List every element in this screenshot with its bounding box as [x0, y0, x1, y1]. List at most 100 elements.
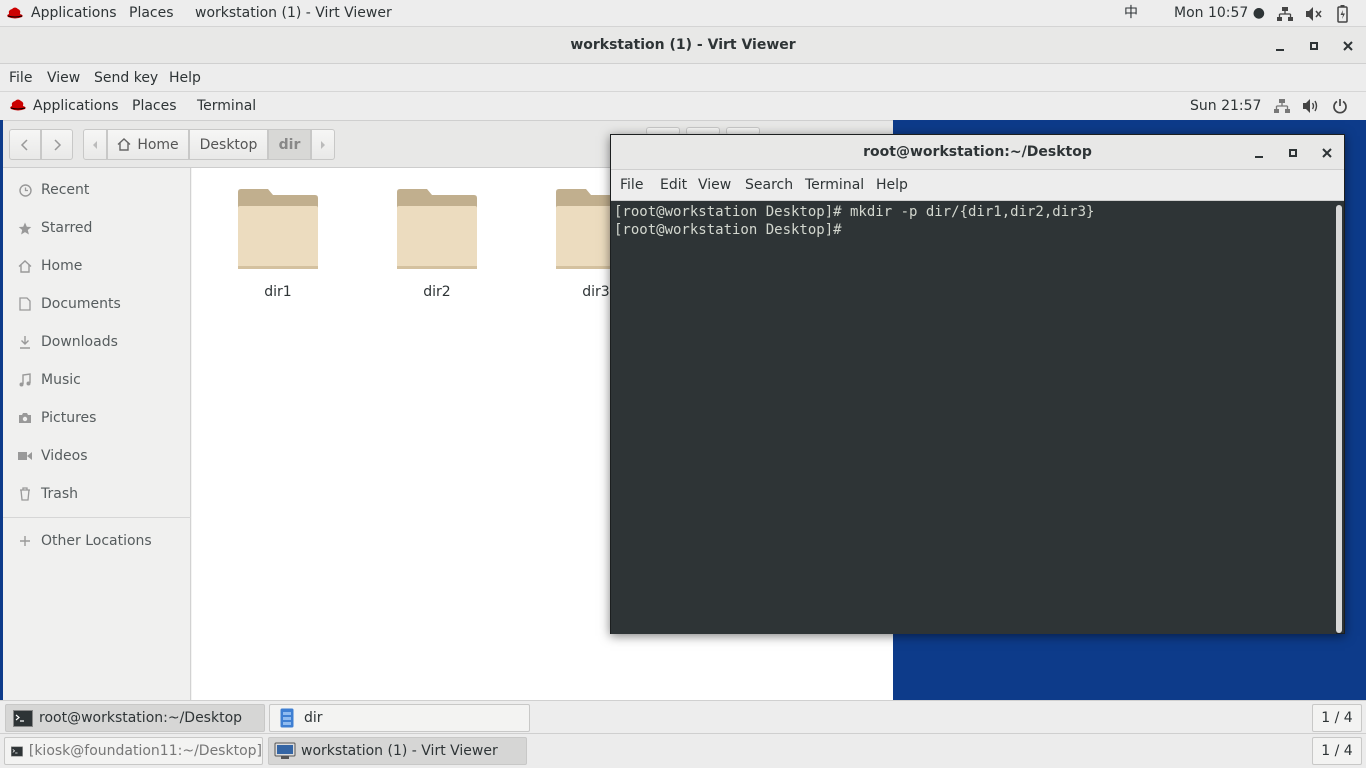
- task-terminal[interactable]: root@workstation:~/Desktop: [5, 704, 265, 732]
- guest-top-panel: Applications Places Terminal Sun 21:57: [0, 92, 1366, 120]
- star-icon: [18, 222, 32, 235]
- sidebar-item-recent[interactable]: Recent: [3, 171, 191, 209]
- sidebar-label-recent: Recent: [41, 182, 90, 198]
- viewer-menu-help[interactable]: Help: [169, 64, 201, 92]
- network-icon[interactable]: [1276, 6, 1294, 22]
- terminal-maximize-icon[interactable]: [1276, 135, 1310, 170]
- folder-dir2[interactable]: dir2: [382, 188, 492, 300]
- maximize-icon[interactable]: [1297, 27, 1331, 64]
- guest-applications-menu[interactable]: Applications: [33, 92, 119, 120]
- minimize-icon[interactable]: [1263, 27, 1297, 64]
- sidebar-label-documents: Documents: [41, 296, 121, 312]
- guest-workspace-switcher[interactable]: 1 / 4: [1312, 704, 1362, 732]
- sidebar-item-home[interactable]: Home: [3, 247, 191, 285]
- terminal-scrollbar[interactable]: [1336, 205, 1342, 633]
- host-workspace-switcher[interactable]: 1 / 4: [1312, 737, 1362, 765]
- workspace-label: 1 / 4: [1321, 743, 1353, 759]
- sidebar-item-downloads[interactable]: Downloads: [3, 323, 191, 361]
- folder-dir1[interactable]: dir1: [223, 188, 333, 300]
- files-app-icon: [280, 708, 294, 728]
- terminal-close-icon[interactable]: [1310, 135, 1344, 170]
- sidebar-label-home: Home: [41, 258, 83, 274]
- guest-network-icon[interactable]: [1273, 98, 1291, 114]
- viewer-menubar: File View Send key Help: [0, 64, 1366, 92]
- terminal-minimize-icon[interactable]: [1242, 135, 1276, 170]
- path-dir-label: dir: [278, 136, 301, 153]
- trash-icon: [18, 487, 32, 501]
- power-icon[interactable]: [1332, 98, 1348, 114]
- clock-icon: [18, 183, 32, 197]
- terminal-line: [root@workstation Desktop]# mkdir -p dir…: [614, 204, 1095, 220]
- path-left-arrow-icon[interactable]: [83, 129, 107, 160]
- folder-icon: [397, 189, 477, 269]
- sidebar-item-starred[interactable]: Starred: [3, 209, 191, 247]
- sidebar-divider: [3, 517, 191, 518]
- video-icon: [18, 451, 32, 461]
- sidebar-item-music[interactable]: Music: [3, 361, 191, 399]
- guest-clock[interactable]: Sun 21:57: [1190, 92, 1261, 120]
- sidebar-item-pictures[interactable]: Pictures: [3, 399, 191, 437]
- plus-icon: [18, 535, 32, 547]
- terminal-menu-search[interactable]: Search: [745, 170, 793, 201]
- path-home-button[interactable]: Home: [107, 129, 189, 160]
- path-desktop-button[interactable]: Desktop: [189, 129, 268, 160]
- sidebar-item-other-locations[interactable]: Other Locations: [3, 522, 191, 560]
- workspace-label: 1 / 4: [1321, 710, 1353, 726]
- volume-muted-icon[interactable]: [1305, 6, 1323, 22]
- guest-volume-icon[interactable]: [1302, 98, 1320, 114]
- sidebar-item-videos[interactable]: Videos: [3, 437, 191, 475]
- host-applications-menu[interactable]: Applications: [31, 0, 117, 27]
- terminal-window: root@workstation:~/Desktop File Edit Vie…: [610, 134, 1345, 634]
- forward-button[interactable]: [41, 129, 73, 160]
- terminal-app-icon: [11, 745, 23, 757]
- path-home-label: Home: [137, 136, 179, 153]
- terminal-titlebar: root@workstation:~/Desktop: [611, 135, 1344, 170]
- folder-label: dir1: [264, 284, 292, 300]
- sidebar-label-trash: Trash: [41, 486, 78, 502]
- battery-icon[interactable]: [1337, 5, 1348, 23]
- document-icon: [18, 297, 32, 311]
- sidebar-item-documents[interactable]: Documents: [3, 285, 191, 323]
- guest-display[interactable]: Applications Places Terminal Sun 21:57 H…: [0, 92, 1366, 733]
- terminal-menu-help[interactable]: Help: [876, 170, 908, 201]
- path-right-arrow-icon[interactable]: [311, 129, 335, 160]
- home-icon: [18, 259, 32, 273]
- sidebar-label-pictures: Pictures: [41, 410, 97, 426]
- host-task-kiosk-terminal[interactable]: [kiosk@foundation11:~/Desktop]: [4, 737, 263, 765]
- virt-viewer-icon: [274, 742, 296, 759]
- guest-terminal-menu[interactable]: Terminal: [197, 92, 256, 120]
- host-task-virt-viewer[interactable]: workstation (1) - Virt Viewer: [268, 737, 527, 765]
- guest-places-menu[interactable]: Places: [132, 92, 177, 120]
- viewer-menu-file[interactable]: File: [9, 64, 32, 92]
- terminal-menu-view[interactable]: View: [698, 170, 731, 201]
- terminal-menu-edit[interactable]: Edit: [660, 170, 687, 201]
- host-places-menu[interactable]: Places: [129, 0, 174, 27]
- back-button[interactable]: [9, 129, 41, 160]
- sidebar-label-other-locations: Other Locations: [41, 533, 152, 549]
- sidebar-item-trash[interactable]: Trash: [3, 475, 191, 513]
- task-label: [kiosk@foundation11:~/Desktop]: [28, 743, 262, 759]
- terminal-app-icon: [13, 709, 33, 727]
- guest-taskbar: root@workstation:~/Desktop dir 1 / 4: [0, 700, 1366, 733]
- viewer-titlebar: workstation (1) - Virt Viewer: [0, 27, 1366, 64]
- viewer-menu-send-key[interactable]: Send key: [94, 64, 158, 92]
- task-files[interactable]: dir: [269, 704, 530, 732]
- close-icon[interactable]: [1331, 27, 1365, 64]
- host-window-title[interactable]: workstation (1) - Virt Viewer: [195, 0, 392, 27]
- host-top-panel: Applications Places workstation (1) - Vi…: [0, 0, 1366, 27]
- viewer-menu-view[interactable]: View: [47, 64, 80, 92]
- guest-redhat-logo-icon: [9, 98, 27, 112]
- host-clock[interactable]: Mon 10:57 ●: [1174, 0, 1265, 27]
- sidebar-label-music: Music: [41, 372, 81, 388]
- input-method-indicator[interactable]: 中: [1124, 0, 1138, 27]
- path-dir-button[interactable]: dir: [268, 129, 311, 160]
- task-label: workstation (1) - Virt Viewer: [301, 743, 498, 759]
- terminal-output[interactable]: [root@workstation Desktop]# mkdir -p dir…: [611, 201, 1336, 634]
- terminal-menu-file[interactable]: File: [620, 170, 643, 201]
- host-taskbar: [kiosk@foundation11:~/Desktop] workstati…: [0, 733, 1366, 768]
- camera-icon: [18, 412, 32, 424]
- path-desktop-label: Desktop: [199, 136, 258, 153]
- terminal-line: [root@workstation Desktop]#: [614, 222, 851, 238]
- viewer-title: workstation (1) - Virt Viewer: [570, 37, 796, 53]
- terminal-menu-terminal[interactable]: Terminal: [805, 170, 864, 201]
